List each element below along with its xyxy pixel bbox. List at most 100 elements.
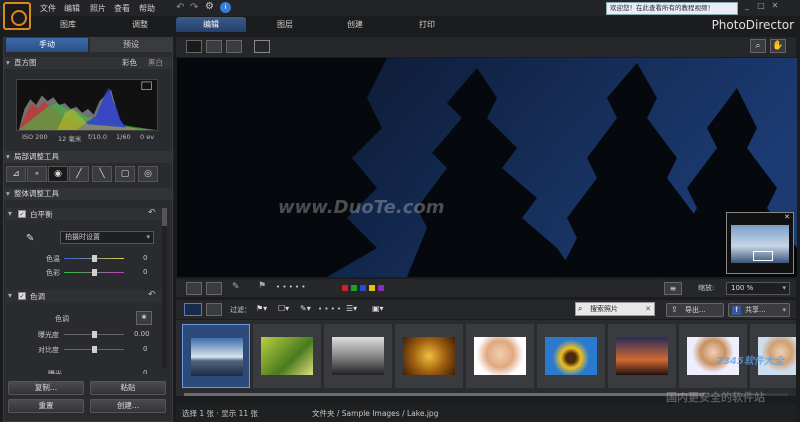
- single-view-icon[interactable]: [186, 40, 202, 53]
- rating-filter-dots[interactable]: • • • •: [318, 305, 341, 313]
- second-monitor-icon[interactable]: [254, 40, 270, 53]
- zoom-dropdown[interactable]: 100 % ▾: [726, 282, 790, 295]
- tint-value[interactable]: 0: [143, 268, 147, 276]
- gradient-brush-icon[interactable]: ╲: [92, 166, 112, 182]
- temperature-slider[interactable]: [64, 255, 124, 262]
- spot-removal-icon[interactable]: ∘: [27, 166, 47, 182]
- graduated-filter-icon[interactable]: ▢: [115, 166, 135, 182]
- thumbnail-sunflower[interactable]: [537, 324, 605, 388]
- navigator-viewport[interactable]: [753, 251, 773, 261]
- flag-filter-icon[interactable]: ⚑▾: [256, 304, 267, 313]
- panel-scrollbar-thumb[interactable]: [162, 208, 167, 226]
- thumbnail-bike[interactable]: [253, 324, 321, 388]
- white-balance-dropdown[interactable]: 拍摄时设置 ▾: [60, 231, 154, 244]
- temperature-knob[interactable]: [92, 255, 97, 262]
- temperature-value[interactable]: 0: [143, 254, 147, 262]
- local-tools-header[interactable]: 局部调整工具: [4, 151, 172, 163]
- close-navigator-icon[interactable]: ✕: [784, 213, 790, 221]
- maximize-icon[interactable]: □: [754, 1, 768, 10]
- tab-manual[interactable]: 手动: [6, 38, 88, 52]
- menu-edit[interactable]: 编辑: [64, 3, 80, 14]
- minimize-icon[interactable]: _: [740, 1, 754, 10]
- brush-icon[interactable]: ╱: [69, 166, 89, 182]
- before-after-icon[interactable]: [206, 282, 222, 295]
- compare-view-icon[interactable]: [206, 40, 222, 53]
- copy-button[interactable]: 复制...: [8, 381, 84, 395]
- thumbnail-lake[interactable]: [182, 324, 250, 388]
- contrast-slider[interactable]: [64, 346, 124, 353]
- red-eye-icon[interactable]: ◉: [48, 166, 68, 182]
- histogram-header[interactable]: 直方图 彩色 黑白: [4, 57, 172, 69]
- collapse-arrow-icon[interactable]: ▾: [8, 291, 12, 300]
- white-balance-checkbox[interactable]: ✓: [18, 210, 26, 218]
- menu-photo[interactable]: 照片: [90, 3, 106, 14]
- sort-filter-icon[interactable]: ☰▾: [346, 304, 357, 313]
- exposure-knob[interactable]: [92, 331, 97, 338]
- label-filter-icon[interactable]: ☐▾: [278, 304, 289, 313]
- close-icon[interactable]: ✕: [768, 1, 782, 10]
- menu-file[interactable]: 文件: [40, 3, 56, 14]
- histogram-color-toggle[interactable]: 彩色: [122, 57, 137, 69]
- list-view-icon[interactable]: [206, 303, 222, 316]
- color-label-blue[interactable]: [360, 285, 366, 291]
- menu-view[interactable]: 查看: [114, 3, 130, 14]
- collapse-arrow-icon[interactable]: ▾: [8, 209, 12, 218]
- welcome-tooltip[interactable]: 欢迎您！在此查看所有的教程视频！: [606, 2, 738, 15]
- thumbnail-pier[interactable]: [324, 324, 392, 388]
- hand-tool-icon[interactable]: ✋: [770, 39, 786, 53]
- share-button[interactable]: f 共享... ▾: [728, 303, 790, 317]
- contrast-knob[interactable]: [92, 346, 97, 353]
- create-preset-button[interactable]: 创建...: [90, 399, 166, 413]
- sort-menu-icon[interactable]: ≡: [664, 282, 682, 295]
- tab-print[interactable]: 打印: [392, 17, 462, 32]
- auto-tone-icon[interactable]: ✶: [136, 311, 152, 325]
- tab-library[interactable]: 图库: [36, 17, 100, 32]
- contrast-value[interactable]: 0: [143, 345, 147, 353]
- tab-edit[interactable]: 编辑: [176, 17, 246, 32]
- color-label-purple[interactable]: [378, 285, 384, 291]
- color-label-green[interactable]: [351, 285, 357, 291]
- undo-icon[interactable]: ↶: [176, 2, 184, 13]
- tint-slider[interactable]: [64, 269, 124, 276]
- search-input[interactable]: ⌕ 搜索照片 ✕: [575, 302, 655, 316]
- tab-create[interactable]: 创建: [320, 17, 390, 32]
- photo-preview[interactable]: [177, 58, 797, 277]
- pencil-icon[interactable]: ✎: [232, 282, 240, 292]
- thumbnail-spiral[interactable]: [395, 324, 463, 388]
- reset-button[interactable]: 重置: [8, 399, 84, 413]
- menu-help[interactable]: 帮助: [139, 3, 155, 14]
- thumbnail-sunset[interactable]: [608, 324, 676, 388]
- redo-icon[interactable]: ↷: [190, 2, 198, 13]
- edit-filter-icon[interactable]: ✎▾: [300, 304, 311, 313]
- clear-search-icon[interactable]: ✕: [645, 303, 651, 315]
- flag-icon[interactable]: ⚑: [258, 281, 266, 291]
- tint-knob[interactable]: [92, 269, 97, 276]
- settings-gear-icon[interactable]: ⚙: [205, 1, 214, 12]
- thumbnail-woman[interactable]: [466, 324, 534, 388]
- histogram-bw-toggle[interactable]: 黑白: [148, 57, 163, 69]
- white-balance-header[interactable]: ▾ ✓ 白平衡 ↶: [6, 208, 162, 220]
- tab-adjust[interactable]: 调整: [108, 17, 172, 32]
- tab-layers[interactable]: 图层: [250, 17, 320, 32]
- reset-icon[interactable]: ↶: [148, 290, 156, 300]
- fit-view-icon[interactable]: [186, 282, 202, 295]
- reset-icon[interactable]: ↶: [148, 208, 156, 218]
- grid-view-icon[interactable]: [226, 40, 242, 53]
- exposure-value[interactable]: 0.00: [134, 330, 150, 338]
- info-icon[interactable]: i: [220, 2, 231, 13]
- eyedropper-icon[interactable]: ✎: [26, 233, 34, 244]
- paste-button[interactable]: 粘贴: [90, 381, 166, 395]
- export-button[interactable]: ⇪ 导出...: [666, 303, 724, 317]
- tone-header[interactable]: ▾ ✓ 色调 ↶: [6, 290, 162, 302]
- zoom-tool-icon[interactable]: ⌕: [750, 39, 766, 53]
- filmstrip-scrollbar-thumb[interactable]: [184, 393, 704, 396]
- stack-filter-icon[interactable]: ▣▾: [372, 304, 384, 313]
- global-tools-header[interactable]: 整体调整工具: [4, 188, 172, 200]
- radial-filter-icon[interactable]: ◎: [138, 166, 158, 182]
- rating-dots[interactable]: • • • • •: [276, 283, 306, 291]
- crop-tool-icon[interactable]: ⊿: [6, 166, 26, 182]
- panel-scrollbar[interactable]: [162, 208, 167, 368]
- color-label-yellow[interactable]: [369, 285, 375, 291]
- tab-presets[interactable]: 预设: [90, 38, 172, 52]
- navigator-panel[interactable]: ✕: [726, 212, 794, 274]
